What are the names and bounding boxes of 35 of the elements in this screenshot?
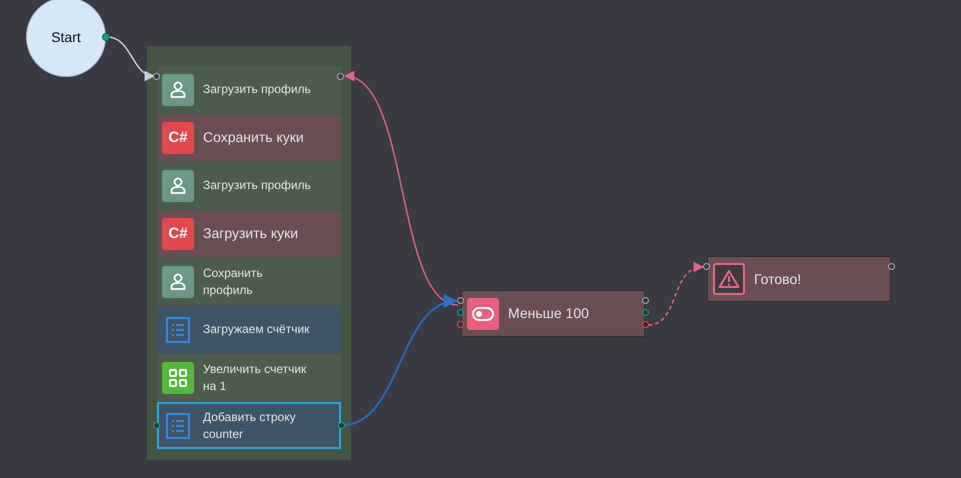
user-icon <box>162 266 194 298</box>
action-label: Сохранить профиль <box>203 264 264 298</box>
action-label: Загрузить куки <box>203 225 298 242</box>
user-icon <box>162 170 194 202</box>
connector-arrow <box>648 263 704 326</box>
action-label: Загрузить профиль <box>203 177 311 194</box>
action-node[interactable]: Загружаем счётчик <box>157 306 341 353</box>
action-node[interactable]: C# Сохранить куки <box>157 114 341 161</box>
port-icon[interactable] <box>338 422 345 429</box>
port-icon[interactable] <box>153 422 160 429</box>
warning-icon <box>713 263 745 295</box>
action-node[interactable]: Загрузить профиль <box>157 162 341 209</box>
start-label: Start <box>51 29 81 45</box>
start-node[interactable]: Start <box>26 0 106 77</box>
action-node[interactable]: C# Загрузить куки <box>157 210 341 257</box>
action-label: Добавить строку counter <box>203 408 297 442</box>
action-node[interactable]: Загрузить профиль <box>157 66 341 113</box>
port-icon[interactable] <box>703 263 710 270</box>
alert-label: Готово! <box>754 270 802 288</box>
csharp-icon: C# <box>162 218 194 250</box>
action-node[interactable]: Сохранить профиль <box>157 258 341 305</box>
condition-label: Меньше 100 <box>508 305 589 322</box>
port-icon[interactable] <box>888 263 895 270</box>
grid-icon <box>162 362 194 394</box>
action-label: Загружаем счётчик <box>203 321 310 338</box>
action-node[interactable]: Увеличить счетчик на 1 <box>157 354 341 401</box>
action-label: Сохранить куки <box>203 129 304 146</box>
port-icon[interactable] <box>102 33 110 41</box>
port-icon[interactable] <box>337 73 344 80</box>
action-label: Увеличить счетчик на 1 <box>203 360 308 394</box>
user-icon <box>162 74 194 106</box>
port-icon[interactable] <box>153 73 160 80</box>
csharp-icon: C# <box>162 122 194 154</box>
action-label: Загрузить профиль <box>203 81 311 98</box>
toggle-icon <box>467 298 499 330</box>
